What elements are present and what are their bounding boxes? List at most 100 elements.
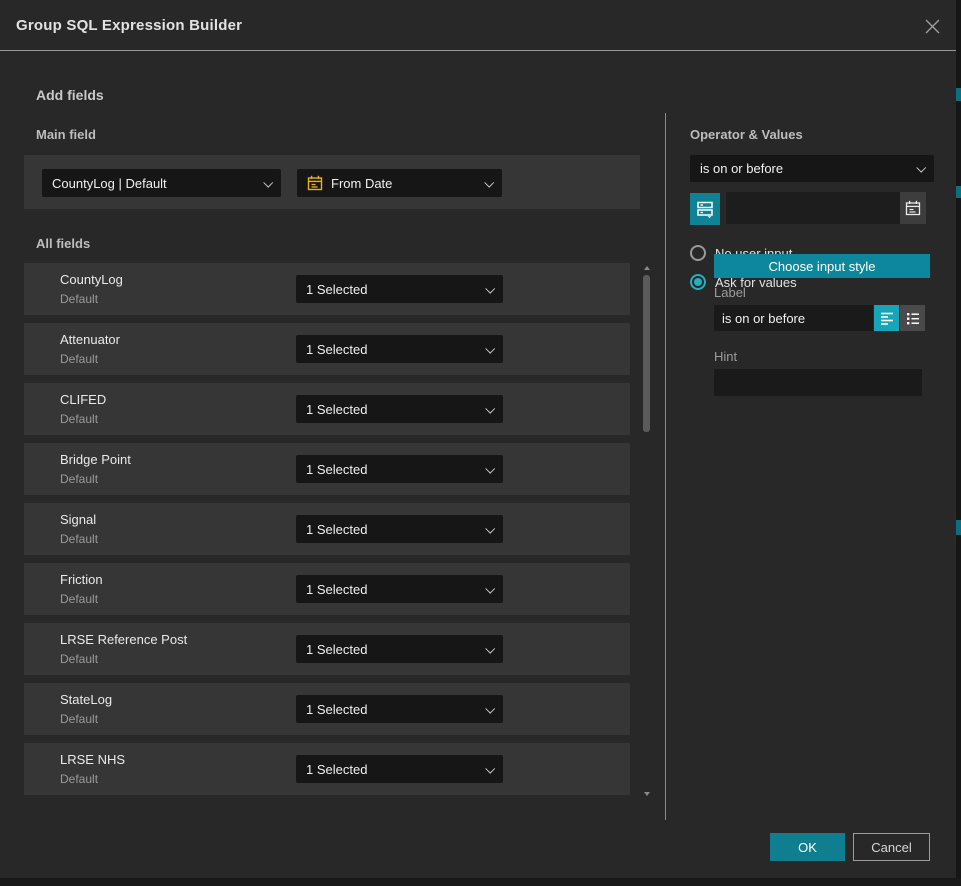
value-input[interactable] xyxy=(726,192,900,224)
field-select-dropdown[interactable]: 1 Selected xyxy=(296,575,503,603)
label-style-align-button[interactable] xyxy=(874,305,899,331)
dialog-title: Group SQL Expression Builder xyxy=(16,17,242,34)
scroll-down-arrow-icon[interactable] xyxy=(644,792,650,796)
radio-selected-icon xyxy=(690,274,706,290)
label-style-list-button[interactable] xyxy=(900,305,925,331)
chevron-down-icon xyxy=(485,703,495,713)
scroll-up-arrow-icon[interactable] xyxy=(644,266,650,270)
align-left-icon xyxy=(880,311,894,325)
field-row-friction[interactable]: Friction Default 1 Selected xyxy=(24,563,630,615)
background-app-strip xyxy=(956,0,961,886)
field-row-attenuator[interactable]: Attenuator Default 1 Selected xyxy=(24,323,630,375)
field-name: CountyLog xyxy=(60,272,123,287)
field-select-value: 1 Selected xyxy=(306,582,367,597)
field-select-dropdown[interactable]: 1 Selected xyxy=(296,395,503,423)
label-field-label: Label xyxy=(714,285,746,300)
chevron-down-icon xyxy=(485,583,495,593)
chevron-down-icon xyxy=(485,403,495,413)
field-row-bridge-point[interactable]: Bridge Point Default 1 Selected xyxy=(24,443,630,495)
background-bottom-strip xyxy=(0,878,961,886)
radio-icon xyxy=(690,245,706,261)
choose-input-style-button[interactable]: Choose input style xyxy=(714,254,930,278)
field-name: Attenuator xyxy=(60,332,120,347)
operator-dropdown-value: is on or before xyxy=(700,161,783,176)
field-subtitle: Default xyxy=(60,412,98,426)
field-select-dropdown[interactable]: 1 Selected xyxy=(296,755,503,783)
label-input[interactable] xyxy=(714,305,873,331)
field-name: Bridge Point xyxy=(60,452,131,467)
field-select-value: 1 Selected xyxy=(306,642,367,657)
field-name: StateLog xyxy=(60,692,112,707)
fields-list-scrollbar[interactable] xyxy=(643,263,651,800)
field-row-clifed[interactable]: CLIFED Default 1 Selected xyxy=(24,383,630,435)
chevron-down-icon xyxy=(484,177,494,187)
calendar-icon xyxy=(905,200,921,216)
source-values-button[interactable] xyxy=(690,193,720,225)
field-select-dropdown[interactable]: 1 Selected xyxy=(296,515,503,543)
field-select-dropdown[interactable]: 1 Selected xyxy=(296,455,503,483)
main-field-dropdown[interactable]: From Date xyxy=(297,169,502,197)
field-select-value: 1 Selected xyxy=(306,282,367,297)
chevron-down-icon xyxy=(916,163,926,173)
field-select-value: 1 Selected xyxy=(306,402,367,417)
background-accent xyxy=(956,186,961,198)
field-select-value: 1 Selected xyxy=(306,762,367,777)
chevron-down-icon xyxy=(263,177,273,187)
operator-values-panel: Operator & Values is on or before xyxy=(666,0,956,878)
add-fields-heading: Add fields xyxy=(36,87,104,103)
calendar-icon xyxy=(307,175,323,191)
field-subtitle: Default xyxy=(60,532,98,546)
dialog-footer: OK Cancel xyxy=(770,833,930,861)
field-row-lrse-nhs[interactable]: LRSE NHS Default 1 Selected xyxy=(24,743,630,795)
field-subtitle: Default xyxy=(60,712,98,726)
chevron-down-icon xyxy=(485,343,495,353)
field-select-value: 1 Selected xyxy=(306,702,367,717)
chevron-down-icon xyxy=(485,283,495,293)
field-name: Friction xyxy=(60,572,103,587)
all-fields-list: CountyLog Default 1 Selected Attenuator … xyxy=(24,263,630,803)
layer-dropdown[interactable]: CountyLog | Default xyxy=(42,169,281,197)
chevron-down-icon xyxy=(485,523,495,533)
field-select-value: 1 Selected xyxy=(306,342,367,357)
field-subtitle: Default xyxy=(60,772,98,786)
background-accent xyxy=(956,88,961,101)
background-accent xyxy=(956,520,961,535)
field-row-signal[interactable]: Signal Default 1 Selected xyxy=(24,503,630,555)
field-row-lrse-reference-post[interactable]: LRSE Reference Post Default 1 Selected xyxy=(24,623,630,675)
chevron-down-icon xyxy=(485,463,495,473)
main-field-label: Main field xyxy=(36,127,96,142)
field-select-dropdown[interactable]: 1 Selected xyxy=(296,695,503,723)
main-field-panel: CountyLog | Default From Date xyxy=(24,155,640,209)
field-select-dropdown[interactable]: 1 Selected xyxy=(296,275,503,303)
group-sql-expression-builder-dialog: Group SQL Expression Builder Add fields … xyxy=(0,0,956,878)
operator-values-heading: Operator & Values xyxy=(690,127,803,142)
field-name: CLIFED xyxy=(60,392,106,407)
operator-dropdown[interactable]: is on or before xyxy=(690,155,934,182)
field-select-dropdown[interactable]: 1 Selected xyxy=(296,635,503,663)
field-name: Signal xyxy=(60,512,96,527)
main-field-dropdown-value: From Date xyxy=(331,176,392,191)
hint-field-label: Hint xyxy=(714,349,737,364)
chevron-down-icon xyxy=(485,643,495,653)
field-row-countylog[interactable]: CountyLog Default 1 Selected xyxy=(24,263,630,315)
field-subtitle: Default xyxy=(60,592,98,606)
date-picker-button[interactable] xyxy=(900,192,926,224)
field-select-dropdown[interactable]: 1 Selected xyxy=(296,335,503,363)
value-input-wrap xyxy=(726,192,926,224)
field-row-statelog[interactable]: StateLog Default 1 Selected xyxy=(24,683,630,735)
cancel-button[interactable]: Cancel xyxy=(853,833,930,861)
ok-button[interactable]: OK xyxy=(770,833,845,861)
field-select-value: 1 Selected xyxy=(306,522,367,537)
field-name: LRSE NHS xyxy=(60,752,125,767)
list-icon xyxy=(906,311,920,325)
all-fields-label: All fields xyxy=(36,236,90,251)
field-name: LRSE Reference Post xyxy=(60,632,187,647)
source-values-icon xyxy=(696,200,714,218)
field-subtitle: Default xyxy=(60,292,98,306)
field-subtitle: Default xyxy=(60,652,98,666)
layer-dropdown-value: CountyLog | Default xyxy=(52,176,167,191)
hint-input[interactable] xyxy=(714,369,922,396)
field-select-value: 1 Selected xyxy=(306,462,367,477)
field-subtitle: Default xyxy=(60,472,98,486)
scrollbar-thumb[interactable] xyxy=(643,275,650,432)
